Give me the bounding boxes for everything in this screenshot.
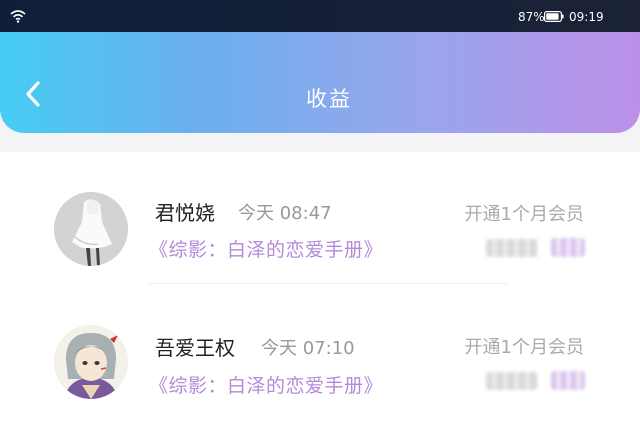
row-divider [148, 283, 508, 284]
list-item[interactable]: 吾爱王权 今天 07:10 开通1个月会员 《综影：白泽的恋爱手册》 [0, 285, 640, 418]
earning-amount-redacted [486, 370, 586, 392]
earnings-list: 君悦娆 今天 08:47 开通1个月会员 《综影：白泽的恋爱手册》 吾爱王权 今… [0, 152, 640, 426]
status-bar: 87% 09:19 [0, 0, 640, 33]
list-item[interactable]: 君悦娆 今天 08:47 开通1个月会员 《综影：白泽的恋爱手册》 [0, 152, 640, 285]
battery-icon [544, 11, 564, 22]
user-avatar[interactable] [54, 192, 128, 266]
book-title-link[interactable]: 《综影：白泽的恋爱手册》 [149, 371, 383, 398]
record-action: 开通1个月会员 [464, 204, 584, 225]
user-name: 吾爱王权 [155, 336, 235, 360]
avatar-image [54, 325, 128, 399]
page-header: 收益 [0, 32, 640, 133]
book-title-link[interactable]: 《综影：白泽的恋爱手册》 [149, 235, 383, 262]
record-time: 今天 07:10 [261, 338, 355, 359]
earning-amount-redacted [486, 237, 586, 259]
record-action: 开通1个月会员 [464, 337, 584, 358]
battery-percentage: 87% [518, 10, 545, 24]
wifi-icon [10, 10, 26, 23]
avatar-image [54, 192, 128, 266]
record-time: 今天 08:47 [238, 203, 332, 224]
user-name: 君悦娆 [155, 201, 215, 225]
status-clock: 09:19 [569, 10, 604, 24]
page-title: 收益 [306, 87, 352, 111]
user-avatar[interactable] [54, 325, 128, 399]
